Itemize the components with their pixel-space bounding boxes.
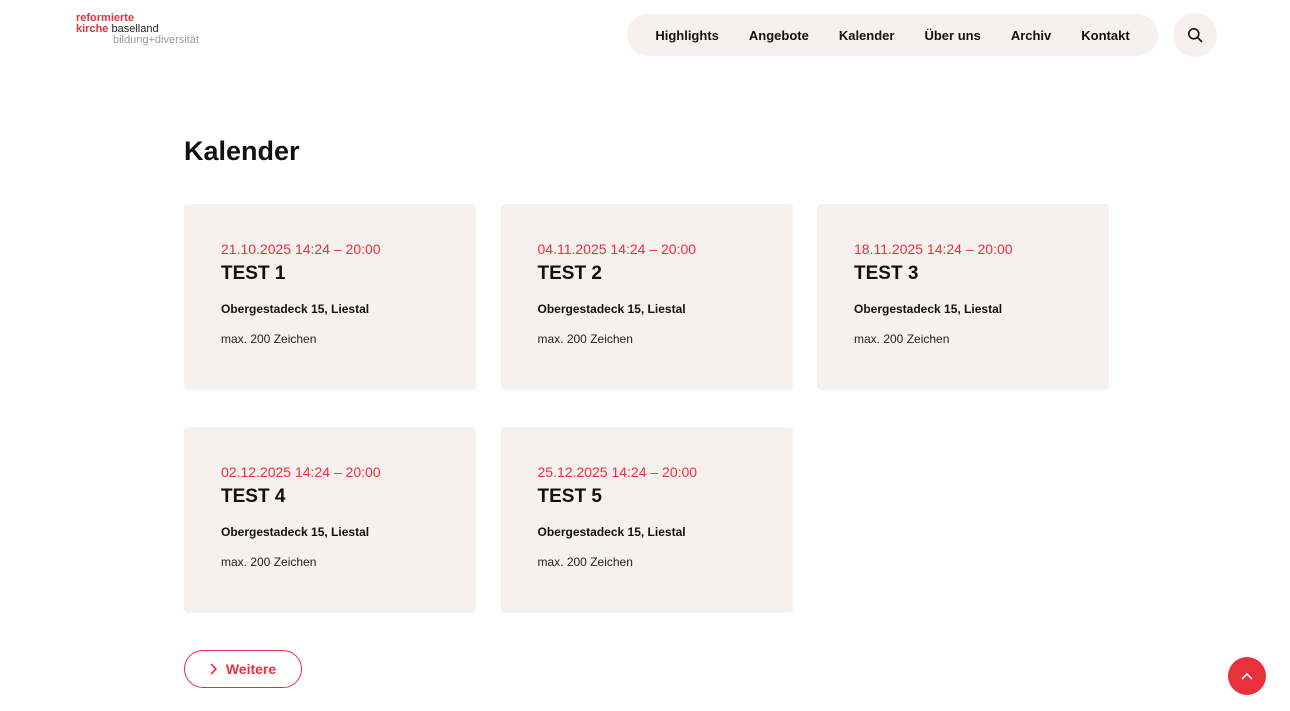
event-description: max. 200 Zeichen xyxy=(537,332,633,346)
event-grid: 21.10.2025 14:24 – 20:00 TEST 1 Obergest… xyxy=(184,204,1109,613)
event-description: max. 200 Zeichen xyxy=(537,555,633,569)
logo[interactable]: reformierte kirche baselland bildung+div… xyxy=(76,13,199,46)
event-card[interactable]: 21.10.2025 14:24 – 20:00 TEST 1 Obergest… xyxy=(184,204,476,390)
logo-line-2-red: kirche xyxy=(76,23,109,35)
event-description: max. 200 Zeichen xyxy=(221,555,317,569)
event-title: TEST 1 xyxy=(221,263,286,284)
nav-item-angebote[interactable]: Angebote xyxy=(749,28,809,43)
more-button-label: Weitere xyxy=(225,661,277,677)
event-title: TEST 5 xyxy=(537,486,602,507)
event-location: Obergestadeck 15, Liestal xyxy=(221,302,370,316)
nav-item-archiv[interactable]: Archiv xyxy=(1011,28,1051,43)
event-location: Obergestadeck 15, Liestal xyxy=(854,302,1003,316)
event-title: TEST 4 xyxy=(221,486,286,507)
event-title: TEST 2 xyxy=(537,263,602,284)
nav-item-highlights[interactable]: Highlights xyxy=(655,28,719,43)
search-button[interactable] xyxy=(1173,13,1217,57)
event-date: 02.12.2025 14:24 – 20:00 xyxy=(221,464,381,480)
nav-item-kontakt[interactable]: Kontakt xyxy=(1081,28,1129,43)
event-location: Obergestadeck 15, Liestal xyxy=(537,525,686,539)
event-card[interactable]: 02.12.2025 14:24 – 20:00 TEST 4 Obergest… xyxy=(184,427,476,613)
event-description: max. 200 Zeichen xyxy=(854,332,950,346)
more-button[interactable]: Weitere xyxy=(184,650,302,688)
event-date: 21.10.2025 14:24 – 20:00 xyxy=(221,241,381,257)
event-date: 25.12.2025 14:24 – 20:00 xyxy=(537,464,698,480)
chevron-up-icon xyxy=(1241,673,1253,680)
event-title: TEST 3 xyxy=(854,263,919,284)
event-location: Obergestadeck 15, Liestal xyxy=(221,525,370,539)
page-title: Kalender xyxy=(184,136,300,166)
event-date: 18.11.2025 14:24 – 20:00 xyxy=(854,241,1013,257)
chevron-right-icon xyxy=(210,663,217,675)
event-card[interactable]: 04.11.2025 14:24 – 20:00 TEST 2 Obergest… xyxy=(500,204,793,390)
event-date: 04.11.2025 14:24 – 20:00 xyxy=(537,241,697,257)
event-description: max. 200 Zeichen xyxy=(221,332,317,346)
logo-line-3: bildung+diversität xyxy=(113,34,199,46)
back-to-top-button[interactable] xyxy=(1228,657,1266,695)
event-card[interactable]: 18.11.2025 14:24 – 20:00 TEST 3 Obergest… xyxy=(817,204,1109,390)
nav-item-kalender[interactable]: Kalender xyxy=(839,28,895,43)
main-nav: Highlights Angebote Kalender Über uns Ar… xyxy=(627,14,1158,56)
event-card[interactable]: 25.12.2025 14:24 – 20:00 TEST 5 Obergest… xyxy=(500,427,793,613)
search-icon xyxy=(1188,28,1203,43)
nav-item-ueber-uns[interactable]: Über uns xyxy=(924,28,980,43)
event-location: Obergestadeck 15, Liestal xyxy=(537,302,686,316)
